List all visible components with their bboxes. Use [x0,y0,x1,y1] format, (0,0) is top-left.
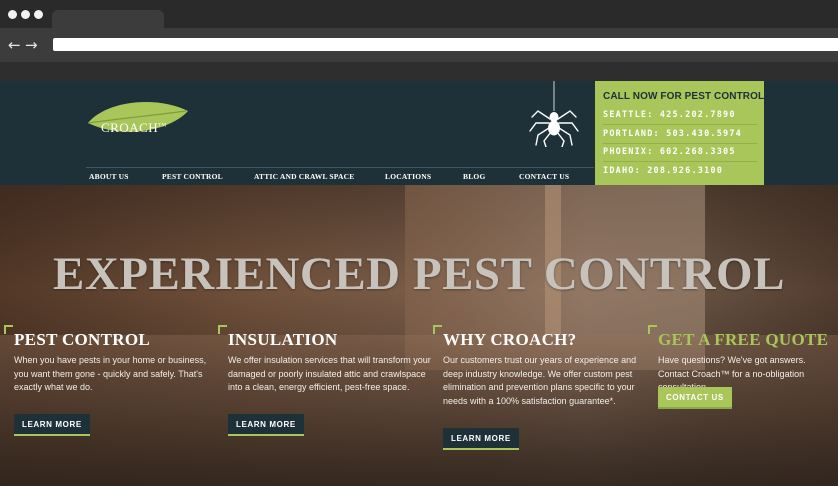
nav-item-attic-crawl-space[interactable]: ATTIC AND CRAWL SPACE [254,172,354,181]
nav-item-locations[interactable]: LOCATIONS [385,172,431,181]
nav-item-about-us[interactable]: ABOUT US [89,172,129,181]
column-text: When you have pests in your home or busi… [14,355,207,392]
spider-icon [529,81,579,147]
browser-tab[interactable] [52,10,164,28]
corner-bracket-icon [218,325,227,334]
corner-bracket-icon [433,325,442,334]
column-text: Our customers trust our years of experie… [443,355,637,406]
pest-control-learn-more-button[interactable]: LEARN MORE [14,414,90,436]
call-divider [603,161,757,162]
phone-phoenix[interactable]: PHOENIX: 602.268.3305 [603,147,736,157]
phone-idaho[interactable]: IDAHO: 208.926.3100 [603,166,723,176]
nav-item-blog[interactable]: BLOG [463,172,485,181]
back-arrow-icon[interactable]: ← [8,37,21,53]
phone-seattle[interactable]: SEATTLE: 425.202.7890 [603,110,736,120]
contact-us-button[interactable]: CONTACT US [658,387,732,409]
column-heading: INSULATION [228,330,338,349]
column-heading: GET A FREE QUOTE [658,330,829,349]
column-heading: PEST CONTROL [14,330,151,349]
site-header: CROACHTM ABOUT US PEST CONTROL ATTIC AND… [0,81,838,185]
hero-title: EXPERIENCED PEST CONTROL [53,248,785,300]
corner-bracket-icon [648,325,657,334]
call-divider [603,124,757,125]
browser-titlebar [0,0,838,28]
address-bar[interactable] [53,38,838,51]
column-heading: WHY CROACH? [443,330,577,349]
hero-section: EXPERIENCED PEST CONTROL PEST CONTROL Wh… [0,185,838,486]
corner-bracket-icon [4,325,13,334]
logo-text[interactable]: CROACHTM [101,120,167,136]
forward-arrow-icon[interactable]: → [25,37,38,53]
nav-item-contact-us[interactable]: CONTACT US [519,172,569,181]
nav-item-pest-control[interactable]: PEST CONTROL [162,172,223,181]
column-text: We offer insulation services that will t… [228,355,431,392]
window-dot-icon[interactable] [8,10,17,19]
insulation-learn-more-button[interactable]: LEARN MORE [228,414,304,436]
nav-divider [86,167,594,168]
window-dot-icon[interactable] [21,10,30,19]
browser-divider [0,62,838,81]
why-croach-learn-more-button[interactable]: LEARN MORE [443,428,519,450]
logo-tm: TM [158,123,167,129]
call-now-box: CALL NOW FOR PEST CONTROL SEATTLE: 425.2… [595,81,764,185]
browser-toolbar: ← → [0,28,838,62]
window-dot-icon[interactable] [34,10,43,19]
call-divider [603,143,757,144]
phone-portland[interactable]: PORTLAND: 503.430.5974 [603,129,742,139]
logo-wordmark: CROACH [101,120,159,135]
call-now-title: CALL NOW FOR PEST CONTROL [603,91,765,102]
